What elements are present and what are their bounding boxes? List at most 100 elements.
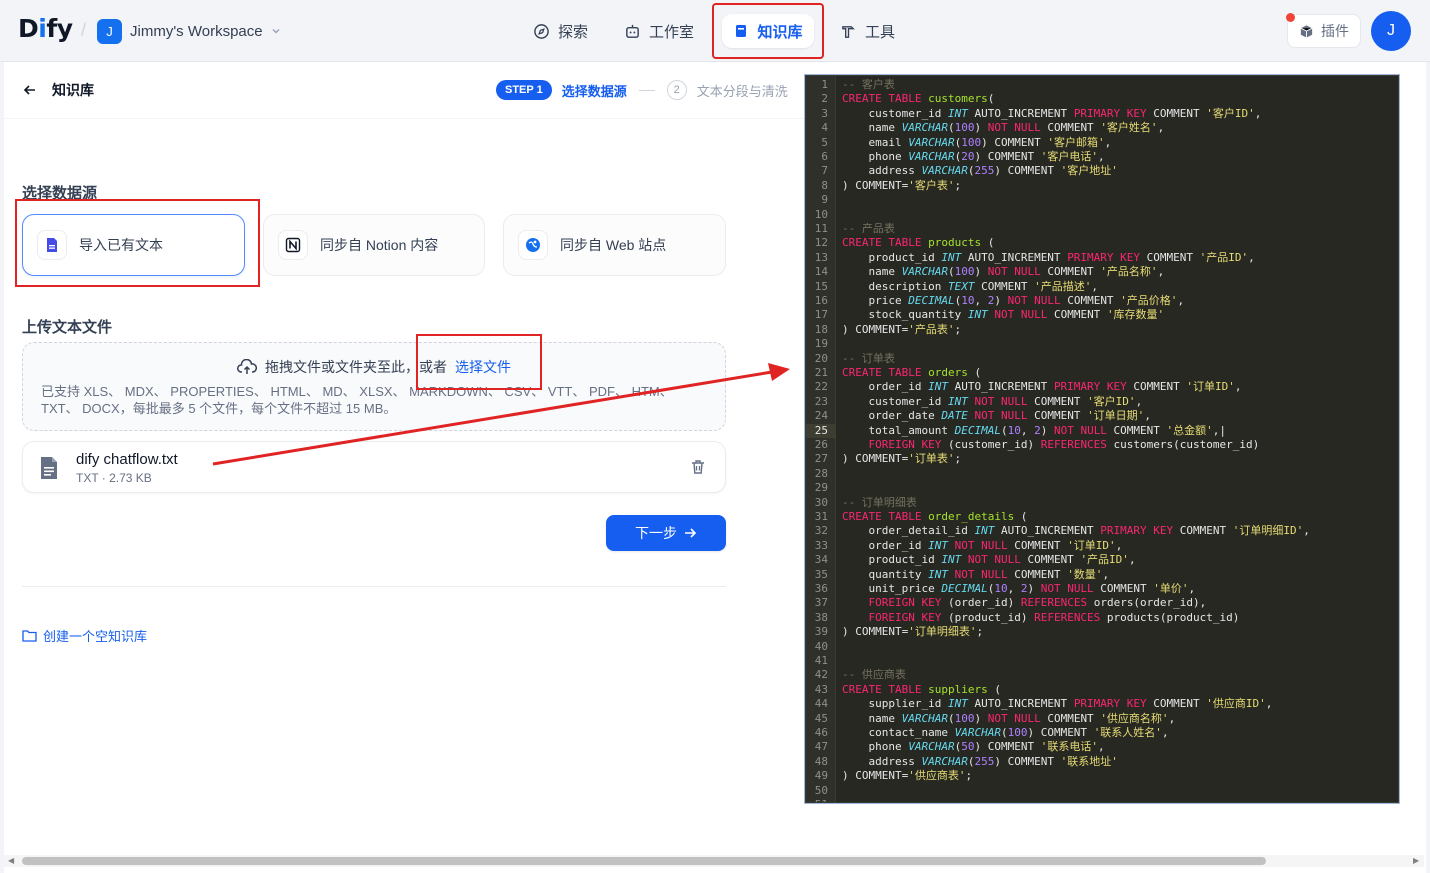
code-line: 2 CREATE TABLE customers( <box>806 92 994 106</box>
datasource-option-notion[interactable]: 同步自 Notion 内容 <box>263 214 485 276</box>
line-number: 46 <box>814 726 828 739</box>
line-number: 2 <box>821 92 828 106</box>
line-text: ) COMMENT='订单表'; <box>842 452 962 466</box>
hammer-icon <box>842 25 855 38</box>
line-text: ) COMMENT='客户表'; <box>842 178 962 192</box>
book-icon <box>736 25 747 37</box>
line-text: order_date DATE NOT NULL COMMENT '订单日期', <box>842 409 1151 423</box>
plugins-button[interactable]: 插件 <box>1287 14 1361 48</box>
line-number: 41 <box>814 654 828 667</box>
scroll-right-arrow[interactable]: ▶ <box>1413 856 1419 865</box>
horizontal-scrollbar-thumb[interactable] <box>22 857 1266 865</box>
line-number: 33 <box>814 538 828 552</box>
content-divider <box>22 586 726 587</box>
nav-tools[interactable]: 工具 <box>840 17 895 45</box>
line-number: 37 <box>814 596 828 610</box>
line-text: FOREIGN KEY (order_id) REFERENCES orders… <box>868 596 1207 610</box>
code-line: 42 -- 供应商表 <box>806 668 906 682</box>
code-line: 17 stock_quantity INT NOT NULL COMMENT '… <box>806 308 1164 322</box>
code-line: 21 CREATE TABLE orders ( <box>806 366 981 380</box>
datasource-option-notion-label: 同步自 Notion 内容 <box>320 237 439 253</box>
line-number: 8 <box>821 178 828 192</box>
step2-label: 文本分段与清洗 <box>696 83 788 99</box>
line-text: address VARCHAR(255) COMMENT '客户地址' <box>842 164 1118 178</box>
dify-logo[interactable]: Dify <box>18 14 73 43</box>
file-meta: TXT · 2.73 KB <box>76 471 152 485</box>
line-number: 38 <box>814 610 828 624</box>
workspace-avatar: J <box>97 18 122 44</box>
line-number: 15 <box>814 279 828 293</box>
code-line: 22 order_id INT AUTO_INCREMENT PRIMARY K… <box>806 380 1242 394</box>
code-line: 4 name VARCHAR(100) NOT NULL COMMENT '客户… <box>806 121 1164 135</box>
line-number: 30 <box>814 495 828 509</box>
code-line: 40 <box>806 640 828 654</box>
user-avatar[interactable]: J <box>1371 11 1411 51</box>
line-text: email VARCHAR(100) COMMENT '客户邮箱', <box>842 135 1112 149</box>
code-line: 43 CREATE TABLE suppliers ( <box>806 683 1001 697</box>
line-number: 24 <box>814 409 828 423</box>
arrow-left-icon[interactable] <box>22 82 38 98</box>
line-number: 51 <box>806 798 828 802</box>
line-text: total_amount DECIMAL(10, 2) NOT NULL COM… <box>842 423 1227 437</box>
next-button[interactable]: 下一步 <box>606 515 726 551</box>
line-number: 5 <box>821 135 828 149</box>
trash-icon[interactable] <box>689 458 707 476</box>
datasource-option-web[interactable]: 同步自 Web 站点 <box>503 214 726 276</box>
workspace-switcher[interactable]: J Jimmy's Workspace <box>97 18 281 44</box>
line-number: 17 <box>814 308 828 322</box>
line-number: 27 <box>814 452 828 466</box>
code-line: 13 product_id INT AUTO_INCREMENT PRIMARY… <box>806 251 1255 265</box>
line-number: 25 <box>814 423 828 437</box>
step2-number: 2 <box>666 80 687 100</box>
datasource-option-web-label: 同步自 Web 站点 <box>560 237 667 253</box>
code-line: 46 contact_name VARCHAR(100) COMMENT '联系… <box>806 726 1169 740</box>
line-text: ) COMMENT='供应商表'; <box>842 769 973 783</box>
line-text: order_id INT NOT NULL COMMENT '订单ID', <box>842 538 1123 552</box>
next-button-label: 下一步 <box>635 525 677 541</box>
line-text: customer_id INT AUTO_INCREMENT PRIMARY K… <box>842 106 1262 120</box>
upload-title: 上传文本文件 <box>22 319 113 336</box>
code-line: 5 email VARCHAR(100) COMMENT '客户邮箱', <box>806 135 1111 150</box>
robot-icon <box>626 24 639 38</box>
code-line: 1 -- 客户表 <box>806 78 895 92</box>
nav-studio-label: 工作室 <box>649 23 695 41</box>
line-text: CREATE TABLE suppliers ( <box>842 682 1001 696</box>
line-text: quantity INT NOT NULL COMMENT '数量', <box>842 567 1110 581</box>
select-file-highlight <box>416 334 542 390</box>
line-text: FOREIGN KEY (product_id) REFERENCES prod… <box>868 610 1240 624</box>
line-text: supplier_id INT AUTO_INCREMENT PRIMARY K… <box>842 697 1273 711</box>
web-icon <box>518 230 548 260</box>
line-text: name VARCHAR(100) NOT NULL COMMENT '产品名称… <box>842 265 1165 279</box>
code-line: 28 <box>806 467 828 481</box>
nav-knowledge[interactable]: 知识库 <box>722 14 814 48</box>
create-empty-knowledge-link[interactable]: 创建一个空知识库 <box>22 626 147 645</box>
plugins-label: 插件 <box>1321 23 1349 39</box>
step1-label: 选择数据源 <box>561 83 627 99</box>
step-connector <box>638 89 655 91</box>
nav-knowledge-highlight: 知识库 <box>712 3 824 59</box>
line-text: customer_id INT NOT NULL COMMENT '客户ID', <box>842 394 1143 408</box>
line-text: price DECIMAL(10, 2) NOT NULL COMMENT '产… <box>842 294 1185 307</box>
nav-studio[interactable]: 工作室 <box>624 17 694 45</box>
nav-explore[interactable]: 探索 <box>533 17 588 45</box>
line-number: 11 <box>814 222 828 235</box>
code-line: 16 price DECIMAL(10, 2) NOT NULL COMMENT… <box>806 294 1184 308</box>
code-line: 12 CREATE TABLE products ( <box>806 236 995 250</box>
line-text: unit_price DECIMAL(10, 2) NOT NULL COMME… <box>842 582 1196 595</box>
line-number: 47 <box>814 740 828 754</box>
file-dropzone[interactable]: 拖拽文件或文件夹至此，或者 选择文件 已支持 XLS、 MDX、 PROPERT… <box>22 342 726 431</box>
line-number: 22 <box>814 380 828 394</box>
line-text: name VARCHAR(100) NOT NULL COMMENT '供应商名… <box>842 711 1176 725</box>
workspace-name: Jimmy's Workspace <box>130 22 263 40</box>
line-number: 3 <box>821 106 828 120</box>
line-text: -- 订单明细表 <box>842 495 917 509</box>
line-number: 26 <box>814 438 828 451</box>
code-line: 38 FOREIGN KEY (product_id) REFERENCES p… <box>806 610 1240 625</box>
breadcrumb: 知识库 <box>22 80 94 100</box>
line-text: product_id INT NOT NULL COMMENT '产品ID', <box>842 553 1136 567</box>
code-line: 3 customer_id INT AUTO_INCREMENT PRIMARY… <box>806 106 1261 121</box>
uploaded-file-item[interactable]: dify chatflow.txt TXT · 2.73 KB <box>22 441 726 493</box>
scroll-left-arrow[interactable]: ◀ <box>8 856 14 865</box>
code-line: 19 <box>806 337 828 351</box>
line-number: 18 <box>814 322 828 336</box>
